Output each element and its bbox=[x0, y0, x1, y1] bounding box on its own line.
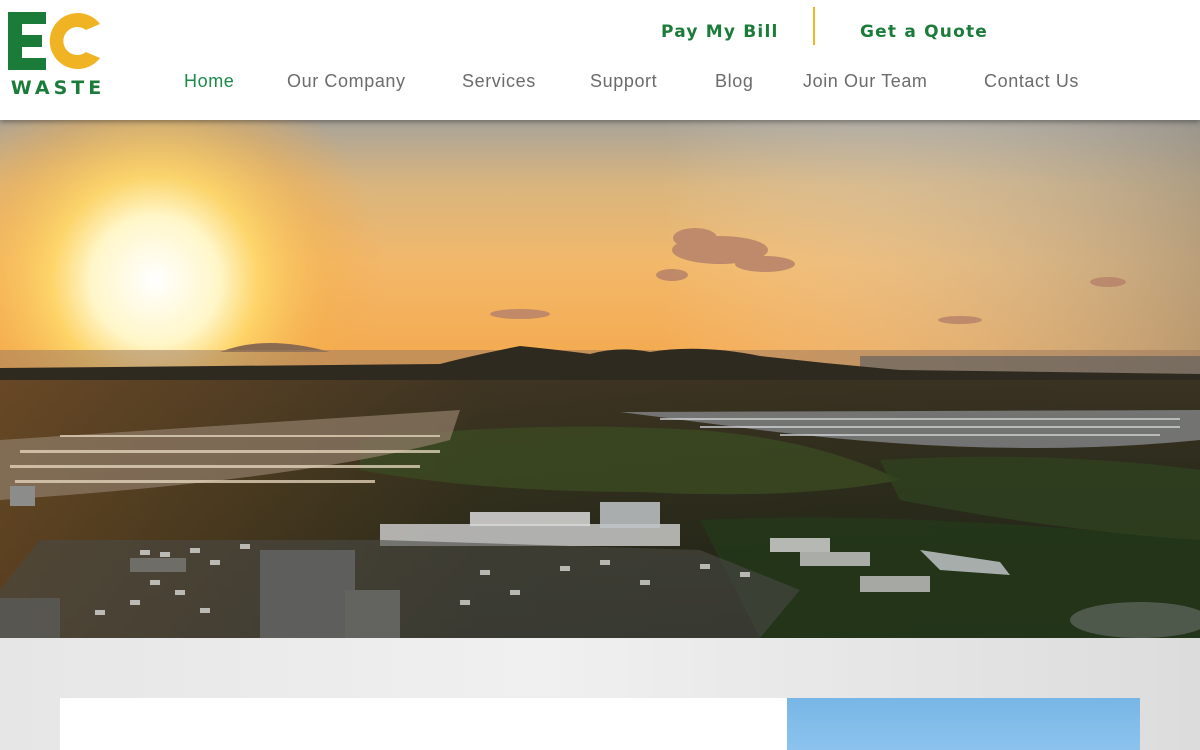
ec-logo-mark bbox=[8, 12, 100, 70]
top-links-divider bbox=[813, 7, 815, 45]
hero-sunset-image bbox=[0, 120, 1200, 638]
nav-item-support[interactable]: Support bbox=[590, 68, 657, 94]
intro-card-image bbox=[787, 698, 1140, 750]
pay-my-bill-link[interactable]: Pay My Bill bbox=[661, 20, 779, 44]
get-a-quote-link[interactable]: Get a Quote bbox=[860, 20, 988, 44]
ec-waste-logo[interactable]: WASTE bbox=[6, 10, 106, 100]
nav-item-join-our-team[interactable]: Join Our Team bbox=[803, 68, 928, 94]
intro-card bbox=[60, 698, 787, 750]
nav-item-our-company[interactable]: Our Company bbox=[287, 68, 406, 94]
nav-item-home[interactable]: Home bbox=[184, 68, 234, 94]
nav-item-blog[interactable]: Blog bbox=[715, 68, 753, 94]
nav-item-contact-us[interactable]: Contact Us bbox=[984, 68, 1079, 94]
hero-banner bbox=[0, 120, 1200, 638]
nav-item-services[interactable]: Services bbox=[462, 68, 536, 94]
logo-wordmark: WASTE bbox=[10, 77, 106, 99]
site-header: WASTE Pay My Bill Get a Quote Home Our C… bbox=[0, 0, 1200, 120]
